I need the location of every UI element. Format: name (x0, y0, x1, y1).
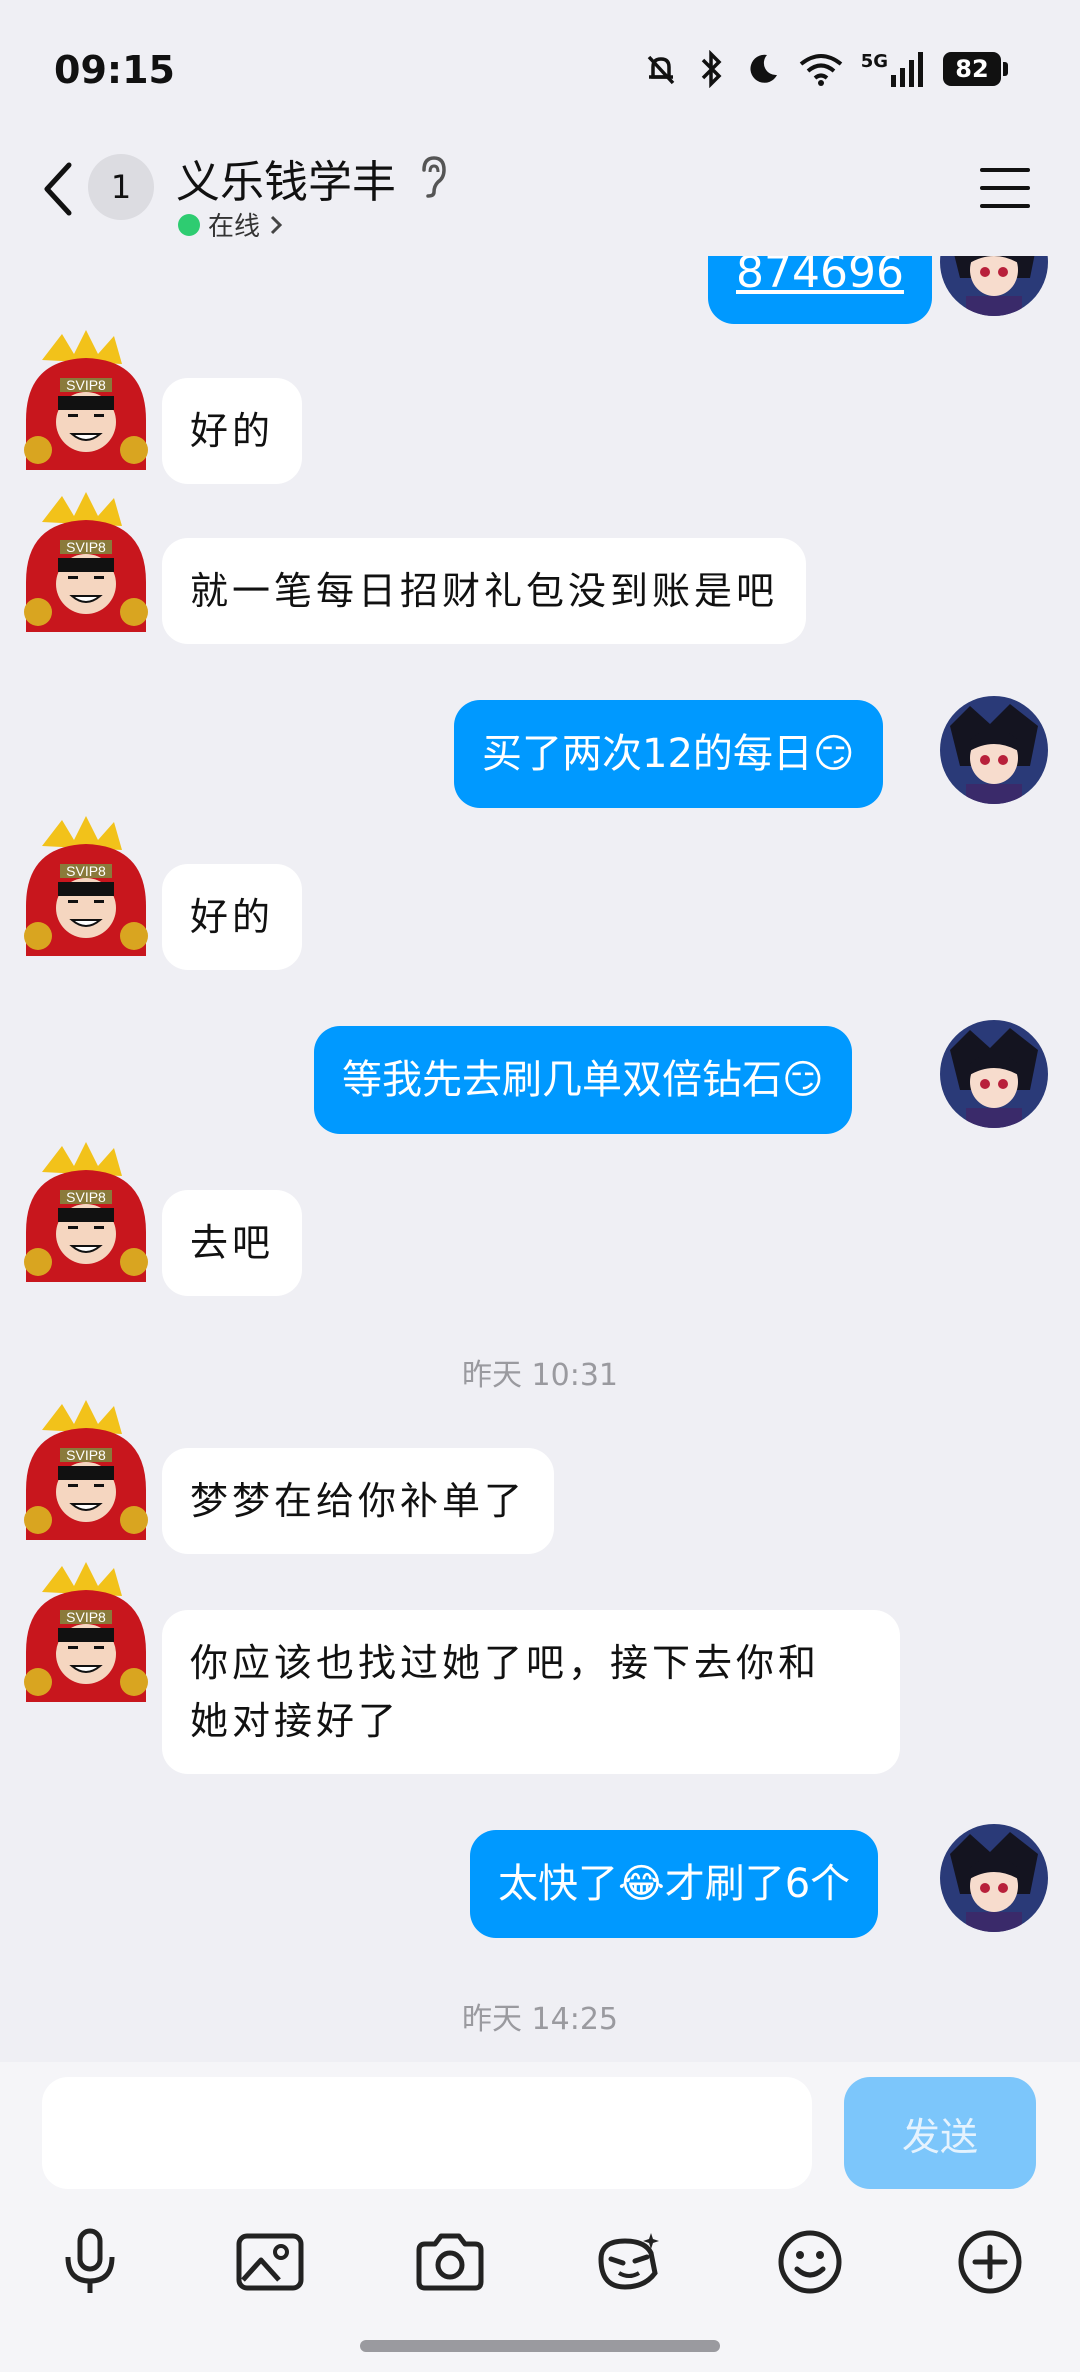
bluetooth-icon (697, 50, 727, 88)
status-time: 09:15 (54, 48, 175, 92)
message-bubble-incoming[interactable]: 你应该也找过她了吧，接下去你和 她对接好了 (162, 1610, 900, 1774)
message-timestamp: 昨天 10:31 (462, 1358, 618, 1393)
message-bubble-outgoing[interactable]: 买了两次12的每日😏 (454, 700, 883, 808)
home-indicator[interactable] (360, 2340, 720, 2352)
message-text: 好的 (190, 895, 275, 939)
sticker-icon[interactable] (590, 2222, 670, 2302)
emoji-icon[interactable] (770, 2222, 850, 2302)
network-type: 5G (860, 51, 888, 72)
online-status-text: 在线 (208, 212, 261, 242)
message-input[interactable] (42, 2077, 812, 2189)
camera-icon[interactable] (410, 2222, 490, 2302)
message-text: 等我先去刷几单双倍钻石😏 (342, 1057, 824, 1103)
menu-button[interactable] (980, 168, 1030, 208)
wifi-icon (799, 52, 843, 86)
image-icon[interactable] (230, 2222, 310, 2302)
chat-screen: 874696 SVIP8 好的 SVIP8 就一笔每日招财礼包没到账是吧 买了两… (0, 0, 1080, 2372)
microphone-icon[interactable] (50, 2222, 130, 2302)
chat-header: 1 义乐钱学丰 在线 (0, 140, 1080, 256)
chevron-right-icon (270, 215, 283, 234)
input-area: 发送 (0, 2062, 1080, 2372)
chevron-left-icon (44, 162, 72, 216)
chat-title[interactable]: 义乐钱学丰 (176, 146, 396, 210)
online-status[interactable]: 在线 (178, 206, 284, 243)
contact-avatar[interactable]: SVIP8 (22, 1400, 150, 1540)
moon-icon (745, 51, 781, 87)
contact-avatar[interactable]: SVIP8 (22, 816, 150, 956)
input-toolbar (0, 2222, 1080, 2322)
message-text: 梦梦在给你补单了 (190, 1479, 527, 1523)
back-button[interactable] (30, 154, 86, 224)
message-list[interactable]: 874696 SVIP8 好的 SVIP8 就一笔每日招财礼包没到账是吧 买了两… (0, 0, 1080, 2060)
contact-avatar[interactable]: SVIP8 (22, 1142, 150, 1282)
message-text-line: 你应该也找过她了吧，接下去你和 (190, 1641, 821, 1685)
svg-text:SVIP8: SVIP8 (66, 1609, 106, 1625)
message-text: 太快了😂才刷了6个 (498, 1861, 851, 1907)
contact-avatar[interactable]: SVIP8 (22, 330, 150, 470)
status-icons: 5G 82 (643, 50, 1008, 88)
message-timestamp: 昨天 14:25 (462, 2002, 618, 2037)
plus-icon[interactable] (950, 2222, 1030, 2302)
contact-avatar[interactable]: SVIP8 (22, 1562, 150, 1702)
message-bubble-outgoing[interactable]: 等我先去刷几单双倍钻石😏 (314, 1026, 852, 1134)
cellular-signal-icon: 5G (861, 51, 925, 87)
online-dot (178, 213, 200, 236)
contact-avatar[interactable]: SVIP8 (22, 492, 150, 632)
message-bubble-incoming[interactable]: 好的 (162, 864, 303, 970)
message-bubble-incoming[interactable]: 就一笔每日招财礼包没到账是吧 (162, 538, 807, 644)
message-bubble-incoming[interactable]: 去吧 (162, 1190, 303, 1296)
svg-text:SVIP8: SVIP8 (66, 1189, 106, 1205)
message-bubble-incoming[interactable]: 好的 (162, 378, 303, 484)
svg-text:SVIP8: SVIP8 (66, 1447, 106, 1463)
message-text-line: 她对接好了 (190, 1699, 401, 1743)
my-avatar[interactable] (940, 696, 1048, 804)
status-bar: 09:15 5G 82 (0, 0, 1080, 140)
message-text: 买了两次12的每日😏 (482, 731, 855, 777)
message-text: 好的 (190, 409, 275, 453)
svg-text:SVIP8: SVIP8 (66, 539, 106, 555)
battery-icon: 82 (943, 52, 1008, 86)
battery-level: 82 (943, 52, 1001, 86)
message-text: 去吧 (190, 1221, 275, 1265)
message-bubble-outgoing[interactable]: 太快了😂才刷了6个 (470, 1830, 879, 1938)
mute-bell-icon (643, 51, 679, 87)
ear-icon[interactable] (416, 154, 450, 202)
svg-text:SVIP8: SVIP8 (66, 377, 106, 393)
my-avatar[interactable] (940, 1824, 1048, 1932)
my-avatar[interactable] (940, 1020, 1048, 1128)
svg-text:SVIP8: SVIP8 (66, 863, 106, 879)
message-bubble-incoming[interactable]: 梦梦在给你补单了 (162, 1448, 555, 1554)
send-button[interactable]: 发送 (844, 2077, 1036, 2189)
unread-count-badge[interactable]: 1 (88, 154, 154, 220)
message-text: 就一笔每日招财礼包没到账是吧 (190, 569, 779, 613)
